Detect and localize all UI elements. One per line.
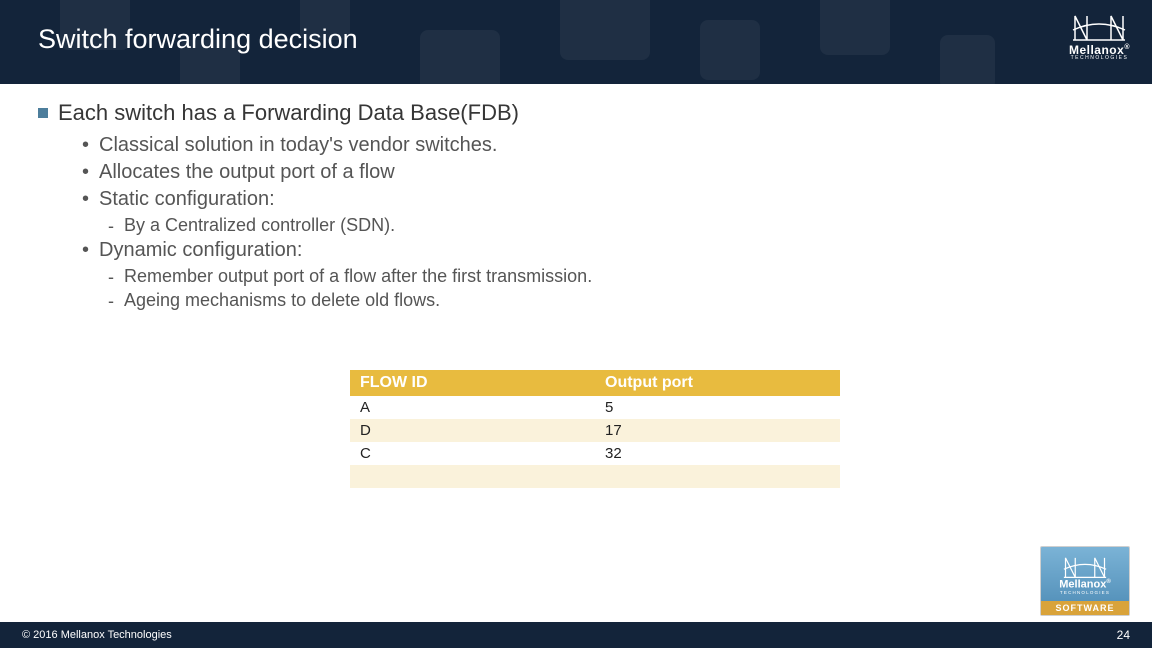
dot-bullet-icon: • bbox=[82, 188, 89, 210]
dash-bullet-icon: - bbox=[108, 215, 114, 237]
lvl2-text: Classical solution in today's vendor swi… bbox=[99, 134, 497, 157]
bullet-lvl2: • Static configuration: bbox=[82, 188, 1114, 211]
brand-text: Mellanox bbox=[1059, 579, 1106, 591]
bridge-icon bbox=[1071, 10, 1127, 42]
bullet-lvl2: • Dynamic configuration: bbox=[82, 239, 1114, 262]
lvl2-text: Allocates the output port of a flow bbox=[99, 161, 395, 184]
bullet-lvl3: -By a Centralized controller (SDN). bbox=[108, 215, 1114, 237]
brand-sub: TECHNOLOGIES bbox=[1069, 56, 1130, 61]
cell-outputport: 5 bbox=[595, 396, 840, 419]
header-bar: Switch forwarding decision Mellanox® TEC… bbox=[0, 0, 1152, 84]
brand-logo-software: Mellanox® TECHNOLOGIES SOFTWARE bbox=[1040, 546, 1130, 616]
cell-outputport: 17 bbox=[595, 419, 840, 442]
dot-bullet-icon: • bbox=[82, 134, 89, 156]
lvl2-text: Dynamic configuration: bbox=[99, 239, 302, 262]
table-row: C32 bbox=[350, 442, 840, 465]
logo-soft-inner: Mellanox® TECHNOLOGIES bbox=[1059, 547, 1111, 601]
bg-decor bbox=[560, 0, 650, 60]
lvl2-text: Static configuration: bbox=[99, 188, 275, 211]
bg-decor bbox=[940, 35, 995, 84]
footer-bar: © 2016 Mellanox Technologies 24 bbox=[0, 622, 1152, 648]
cell-flowid bbox=[350, 465, 595, 488]
fdb-table: FLOW ID Output port A5 D17 C32 bbox=[350, 370, 840, 511]
cell-outputport: 32 bbox=[595, 442, 840, 465]
copyright-text: © 2016 Mellanox Technologies bbox=[22, 629, 172, 641]
bridge-icon bbox=[1061, 553, 1109, 579]
cell-flowid: C bbox=[350, 442, 595, 465]
cell-outputport bbox=[595, 488, 840, 511]
dot-bullet-icon: • bbox=[82, 239, 89, 261]
bullet-lvl3: -Remember output port of a flow after th… bbox=[108, 266, 1114, 288]
cell-outputport bbox=[595, 465, 840, 488]
page-number: 24 bbox=[1117, 628, 1130, 642]
lvl3-text: Ageing mechanisms to delete old flows. bbox=[124, 290, 440, 311]
bg-decor bbox=[420, 30, 500, 84]
table-row: D17 bbox=[350, 419, 840, 442]
table-row bbox=[350, 488, 840, 511]
lvl3-text: By a Centralized controller (SDN). bbox=[124, 215, 395, 236]
table-row: A5 bbox=[350, 396, 840, 419]
slide: Switch forwarding decision Mellanox® TEC… bbox=[0, 0, 1152, 648]
bullet-lvl1: Each switch has a Forwarding Data Base(F… bbox=[38, 100, 1114, 126]
lvl1-text: Each switch has a Forwarding Data Base(F… bbox=[58, 100, 519, 126]
cell-flowid: D bbox=[350, 419, 595, 442]
brand-name: Mellanox® bbox=[1059, 579, 1111, 591]
col-header-outputport: Output port bbox=[595, 370, 840, 396]
bullet-lvl3: -Ageing mechanisms to delete old flows. bbox=[108, 290, 1114, 312]
table-header-row: FLOW ID Output port bbox=[350, 370, 840, 396]
content-area: Each switch has a Forwarding Data Base(F… bbox=[38, 100, 1114, 314]
table: FLOW ID Output port A5 D17 C32 bbox=[350, 370, 840, 511]
bullet-lvl2: • Allocates the output port of a flow bbox=[82, 161, 1114, 184]
dash-bullet-icon: - bbox=[108, 266, 114, 288]
brand-logo-top: Mellanox® TECHNOLOGIES bbox=[1069, 10, 1130, 61]
bullet-lvl2: • Classical solution in today's vendor sw… bbox=[82, 134, 1114, 157]
dash-bullet-icon: - bbox=[108, 290, 114, 312]
brand-sub: TECHNOLOGIES bbox=[1060, 591, 1110, 596]
software-label: SOFTWARE bbox=[1041, 601, 1129, 615]
square-bullet-icon bbox=[38, 108, 48, 118]
page-title: Switch forwarding decision bbox=[38, 24, 358, 55]
bg-decor bbox=[700, 20, 760, 80]
cell-flowid: A bbox=[350, 396, 595, 419]
dot-bullet-icon: • bbox=[82, 161, 89, 183]
cell-flowid bbox=[350, 488, 595, 511]
bg-decor bbox=[820, 0, 890, 55]
col-header-flowid: FLOW ID bbox=[350, 370, 595, 396]
table-row bbox=[350, 465, 840, 488]
lvl3-text: Remember output port of a flow after the… bbox=[124, 266, 592, 287]
